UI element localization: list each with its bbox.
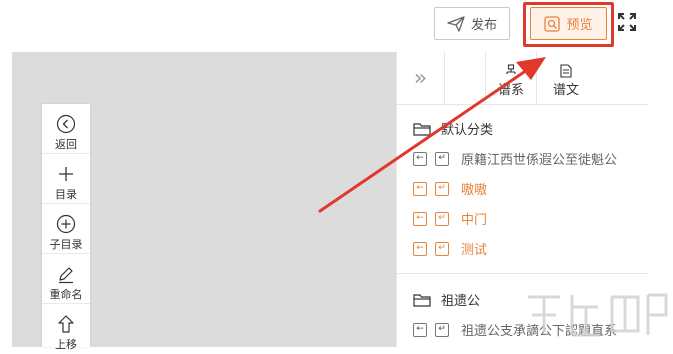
arrow-left-box-icon: ← [413,322,427,337]
list-item[interactable]: ← ↵ 测试 [413,239,487,258]
publish-label: 发布 [470,18,497,33]
arrow-left-box-icon: ← [413,241,427,256]
group-ancestor[interactable]: 祖遗公 [413,290,480,309]
pen-icon [59,267,73,284]
catalog-label: 目录 [55,188,77,201]
tab-genealogy-label: 谱系 [497,83,524,98]
group-ancestor-title: 祖遗公 [441,294,481,309]
return-box-icon: ↵ [435,151,449,166]
rename-button[interactable]: 重命名 [42,254,90,304]
list-item[interactable]: ← ↵ 嗷嗷 [413,179,487,198]
arrow-left-box-icon: ← [413,211,427,226]
list-item-label: 测试 [461,243,488,258]
tab-genealogy[interactable]: 谱系 [485,52,537,104]
arrow-left-box-icon: ← [413,181,427,196]
list-item-label: 祖遗公支承謫公下認題直系 [461,324,618,339]
left-toolbar: 返回 目录 子目录 重命名 上移 [42,104,90,351]
list-item-label: 中门 [461,213,488,228]
folder-icon [413,293,431,307]
collapse-panel-button[interactable]: » [397,52,445,104]
group-divider [397,273,648,274]
list-item[interactable]: ← ↵ 中门 [413,209,487,228]
panel-tabs: » 谱系 谱文 [397,52,648,105]
tab-genealogy-text[interactable]: 谱文 [540,52,592,104]
list-item[interactable]: ← ↵ 祖遗公支承謫公下認題直系 [413,320,617,339]
back-button[interactable]: 返回 [42,104,90,154]
subcatalog-button[interactable]: 子目录 [42,204,90,254]
publish-button[interactable]: 发布 [434,7,510,40]
catalog-button[interactable]: 目录 [42,154,90,204]
group-default-title: 默认分类 [441,123,494,138]
arrow-left-box-icon: ← [413,151,427,166]
back-label: 返回 [55,138,77,151]
list-item-label: 原籍江西世係遐公至徙魁公 [461,153,618,168]
subcatalog-label: 子目录 [49,238,83,251]
tree-icon [506,64,516,74]
plus-circle-icon [56,214,76,234]
double-chevron-right-icon: » [413,65,428,91]
left-margin [0,52,12,347]
list-item[interactable]: ← ↵ 原籍江西世係遐公至徙魁公 [413,149,617,168]
return-box-icon: ↵ [435,241,449,256]
return-box-icon: ↵ [435,181,449,196]
arrow-up-icon [58,315,74,333]
preview-icon [544,15,561,32]
rename-label: 重命名 [49,288,83,301]
document-icon [560,64,572,78]
group-default[interactable]: 默认分类 [413,119,493,138]
preview-button[interactable]: 预览 [530,7,607,40]
list-item-label: 嗷嗷 [461,183,488,198]
back-circle-icon [56,114,76,134]
paper-plane-icon [447,15,465,32]
preview-label: 预览 [566,18,593,33]
plus-icon [59,167,73,181]
folder-icon [413,122,431,136]
right-panel: » 谱系 谱文 默认分类 ← ↵ 原籍江西世係遐公至徙魁公 ← ↵ 嗷嗷 ← ↵… [396,52,648,347]
return-box-icon: ↵ [435,211,449,226]
return-box-icon: ↵ [435,322,449,337]
tab-genealogy-text-label: 谱文 [552,83,579,98]
fullscreen-icon[interactable] [617,12,637,32]
move-up-label: 上移 [55,338,77,351]
